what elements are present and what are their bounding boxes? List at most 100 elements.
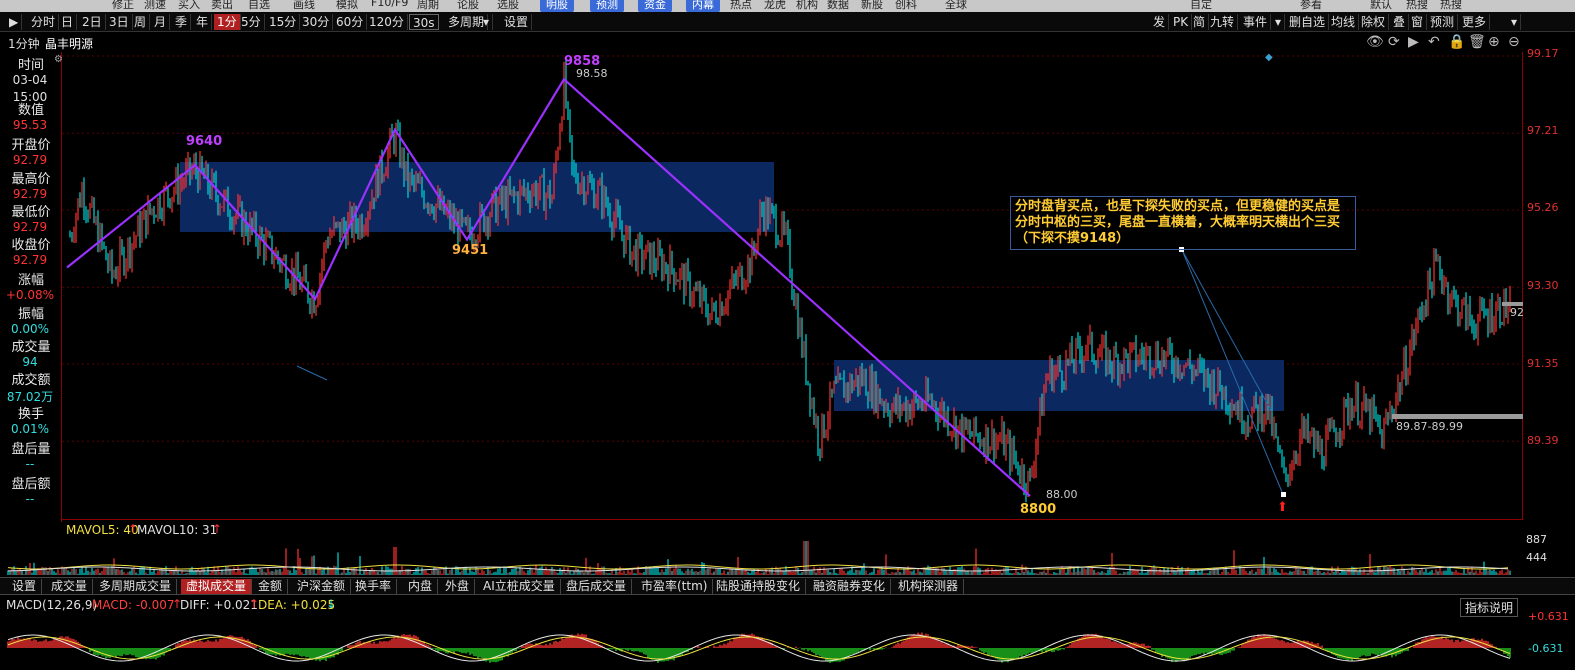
top-menu-item[interactable]: 修正	[112, 0, 134, 12]
period-button[interactable]: 15分	[266, 14, 301, 30]
range-band	[1392, 414, 1523, 419]
undo-icon[interactable]: ↶	[1428, 34, 1440, 50]
eye-icon[interactable]: 👁	[1366, 34, 1384, 50]
toolbar-right-button[interactable]: 删自选	[1286, 14, 1330, 30]
top-menu-item[interactable]: 测速	[144, 0, 166, 12]
top-menu-item[interactable]: F10/F9	[371, 0, 408, 9]
chevron-down-icon[interactable]: ▾	[1272, 14, 1286, 30]
info-label: 数值	[17, 103, 44, 118]
toolbar-right-button[interactable]: 发	[1150, 14, 1170, 30]
top-menu-item[interactable]: 新股	[861, 0, 883, 12]
top-menu-item[interactable]: 龙虎	[764, 0, 786, 12]
indicator-tab[interactable]: 金额	[253, 579, 289, 594]
info-label: 收盘价	[11, 238, 51, 253]
top-menu-item[interactable]: 全球	[945, 0, 967, 12]
indicator-tab[interactable]: 虚拟成交量	[181, 579, 253, 594]
marker-square	[1281, 492, 1286, 497]
refresh-icon[interactable]: ⟳	[1388, 34, 1400, 50]
toolbar-right-button[interactable]: 事件	[1240, 14, 1272, 30]
indicator-tab[interactable]: 盘后成交量	[561, 579, 633, 594]
indicator-tab[interactable]: 换手率	[350, 579, 398, 594]
period-button[interactable]: 30分	[299, 14, 334, 30]
period-button[interactable]: 1分	[214, 14, 241, 30]
top-menu-item[interactable]: 热点	[730, 0, 752, 12]
top-menu-item[interactable]: 自定	[1190, 0, 1212, 12]
indicator-tab[interactable]: 沪深金额	[292, 579, 352, 594]
period-button[interactable]: 日	[58, 14, 78, 30]
indicator-help-button[interactable]: 指标说明	[1460, 598, 1519, 617]
lock-icon[interactable]: 🔒	[1448, 34, 1465, 50]
info-label: 最高价	[11, 172, 51, 187]
indicator-tab[interactable]: 内盘	[403, 579, 439, 594]
period-button[interactable]: 周	[131, 14, 151, 30]
bottom-label: 8800	[1020, 502, 1057, 517]
toolbar-right-button[interactable]: PK	[1170, 14, 1193, 30]
zoom-in-icon[interactable]: ⊕	[1488, 34, 1500, 50]
indicator-tab[interactable]: 市盈率(ttm)	[636, 579, 714, 594]
top-menu-item[interactable]: 热搜	[1406, 0, 1428, 12]
chevron-down-icon[interactable]: ▾	[1508, 14, 1522, 30]
top-menu-item[interactable]: 画线	[293, 0, 315, 12]
toolbar-right-button[interactable]: 叠	[1390, 14, 1410, 30]
chevron-down-icon[interactable]: ▾	[480, 14, 494, 30]
info-label: 最低价	[11, 205, 51, 220]
top-menu-item[interactable]: 机构	[796, 0, 818, 12]
top-menu-item[interactable]: 创科	[895, 0, 917, 12]
top-menu-item[interactable]: 数据	[827, 0, 849, 12]
top-menu-item[interactable]: 自选	[248, 0, 270, 12]
period-button[interactable]: 季	[172, 14, 192, 30]
period-button[interactable]: 月	[151, 14, 171, 30]
indicator-tab[interactable]: 设置	[7, 579, 43, 594]
top-menu-item[interactable]: 热搜	[1440, 0, 1462, 12]
vol-axis-top: 887	[1526, 533, 1547, 546]
trash-icon[interactable]: 🗑	[1468, 34, 1486, 50]
zoom-out-icon[interactable]: ⊖	[1508, 34, 1520, 50]
toolbar-right-button[interactable]: 除权	[1358, 14, 1390, 30]
top-menu-item[interactable]: 资金	[638, 0, 672, 12]
top-menu-item[interactable]: 参看	[1300, 0, 1322, 12]
toolbar-right-button[interactable]: 窗	[1408, 14, 1428, 30]
period-button[interactable]: 120分	[366, 14, 408, 30]
macd-axis-bottom: -0.631	[1528, 642, 1564, 655]
toolbar-right-button[interactable]: 九转	[1207, 14, 1239, 30]
indicator-tab[interactable]: AI立桩成交量	[478, 579, 561, 594]
period-button[interactable]: 2日	[79, 14, 106, 30]
indicator-tab[interactable]: 外盘	[440, 579, 476, 594]
top-menu-item[interactable]: 论股	[457, 0, 479, 12]
toolbar-right-button[interactable]: 预测	[1427, 14, 1459, 30]
volume-panel: MAVOL5: 40 ↑ MAVOL10: 31 ↑ 887 444	[0, 521, 1547, 576]
info-value: --	[25, 457, 35, 471]
top-menu-item[interactable]: 默认	[1370, 0, 1392, 12]
period-button[interactable]: 年	[193, 14, 213, 30]
play-menu-icon[interactable]: ▶	[6, 14, 23, 30]
indicator-tab[interactable]: 成交量	[46, 579, 94, 594]
top-menu-item[interactable]: 内幕	[686, 0, 720, 12]
period-button[interactable]: 3日	[106, 14, 133, 30]
period-button[interactable]: 设置	[501, 14, 533, 30]
top-menu-item[interactable]: 周期	[417, 0, 439, 12]
top-menu-item[interactable]: 选股	[497, 0, 519, 12]
top-menu-item[interactable]: 明股	[540, 0, 574, 12]
indicator-tab[interactable]: 机构探测器	[893, 579, 965, 594]
info-value: +0.08%	[5, 288, 55, 302]
macd-axis-top: +0.631	[1528, 610, 1569, 623]
period-button[interactable]: 30s	[409, 14, 439, 30]
toolbar-right-button[interactable]: 均线	[1328, 14, 1360, 30]
top-menu-item[interactable]: 卖出	[211, 0, 233, 12]
period-button[interactable]: 60分	[333, 14, 368, 30]
info-value: 03-04	[12, 73, 48, 87]
play-icon[interactable]: ▶	[1408, 34, 1419, 50]
period-button[interactable]: 5分	[238, 14, 265, 30]
period-button[interactable]: 分时	[28, 14, 60, 30]
indicator-tab[interactable]: 陆股通持股变化	[711, 579, 807, 594]
price-axis-label: 99.17	[1527, 47, 1559, 60]
trough1-label: 9451	[452, 243, 489, 258]
mavol10-arrow-icon: ↑	[212, 522, 223, 536]
top-menu-item[interactable]: 模拟	[336, 0, 358, 12]
top-menu-item[interactable]: 预测	[590, 0, 624, 12]
main-chart[interactable]: 分时盘背买点，也是下探失败的买点，但更稳健的买点是分时中枢的三买，尾盘一直横着，…	[62, 52, 1524, 520]
indicator-tab[interactable]: 多周期成交量	[94, 579, 178, 594]
toolbar-right-button[interactable]: 更多	[1459, 14, 1491, 30]
indicator-tab[interactable]: 融资融券变化	[808, 579, 892, 594]
top-menu-item[interactable]: 买入	[178, 0, 200, 12]
